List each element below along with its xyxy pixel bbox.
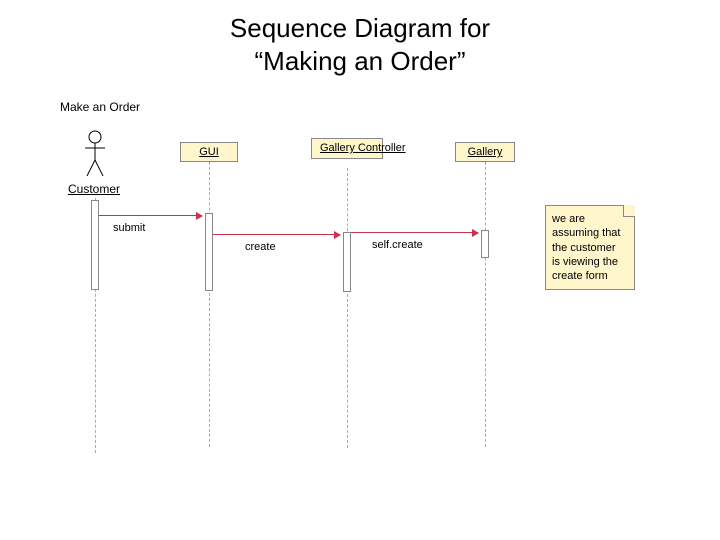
participant-gallery-controller: Gallery Controller	[311, 138, 383, 159]
activation-gallery	[481, 230, 489, 258]
message-create-arrow	[213, 234, 340, 235]
activation-gallery-controller	[343, 232, 351, 292]
lifeline-gallery	[485, 162, 486, 447]
slide-title: Sequence Diagram for “Making an Order”	[0, 0, 720, 77]
message-submit-arrow	[99, 215, 202, 216]
participant-gui: GUI	[180, 142, 238, 162]
diagram-label: Make an Order	[60, 100, 140, 114]
activation-gui	[205, 213, 213, 291]
message-self-create-arrow	[351, 232, 478, 233]
message-create-label: create	[245, 241, 276, 253]
title-line-2: “Making an Order”	[255, 46, 466, 76]
lifeline-gallery-controller	[347, 168, 348, 448]
title-line-1: Sequence Diagram for	[230, 13, 490, 43]
activation-customer	[91, 200, 99, 290]
actor-icon	[85, 130, 105, 180]
note-text: we are assuming that the customer is vie…	[552, 213, 620, 282]
diagram-note: we are assuming that the customer is vie…	[545, 205, 635, 290]
participant-gallery: Gallery	[455, 142, 515, 162]
lifeline-gui	[209, 162, 210, 447]
participant-customer: Customer	[68, 182, 120, 196]
message-self-create-label: self.create	[372, 239, 423, 251]
sequence-diagram: Make an Order Customer GUI Gallery Contr…	[60, 100, 690, 500]
note-fold-icon	[623, 205, 635, 217]
message-submit-label: submit	[113, 222, 145, 234]
